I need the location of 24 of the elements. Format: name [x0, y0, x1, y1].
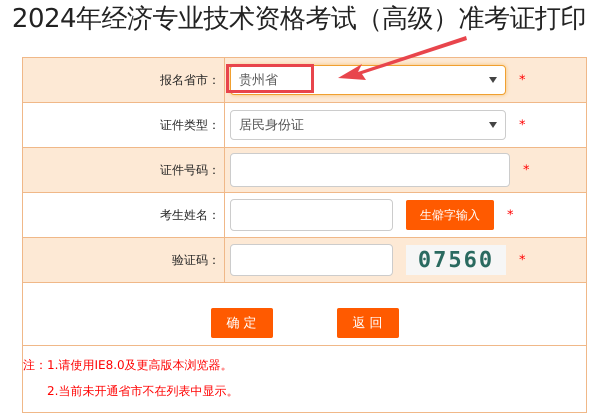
input-field[interactable] [230, 244, 393, 276]
note-text: 注：1.请使用IE8.0及更高版本浏览器。 [23, 357, 234, 374]
input-field[interactable] [230, 199, 393, 231]
required-mark: * [519, 252, 526, 268]
captcha-image[interactable]: 07560 [406, 245, 506, 275]
select-field[interactable]: 贵州省 [230, 65, 506, 95]
field-label: 证件类型： [23, 103, 225, 147]
input-field[interactable] [230, 153, 510, 187]
page-title: 2024年经济专业技术资格考试（高级）准考证打印 [10, 3, 588, 36]
form-button[interactable]: 确 定 [210, 308, 272, 338]
field-label: 报名省市： [23, 58, 225, 102]
select-field[interactable]: 居民身份证 [230, 110, 506, 140]
rare-character-button[interactable]: 生僻字输入 [406, 200, 494, 230]
note-text: 2.当前未开通省市不在列表中显示。 [46, 383, 240, 400]
field-label: 验证码： [23, 238, 225, 282]
field-label: 证件号码： [23, 148, 225, 192]
field-label: 考生姓名： [23, 193, 225, 237]
caret-icon [489, 122, 497, 128]
required-mark: * [519, 118, 526, 132]
required-mark: * [523, 162, 530, 178]
caret-icon [489, 77, 497, 83]
form-button[interactable]: 返 回 [336, 308, 398, 338]
required-mark: * [519, 72, 526, 88]
required-mark: * [507, 208, 514, 222]
